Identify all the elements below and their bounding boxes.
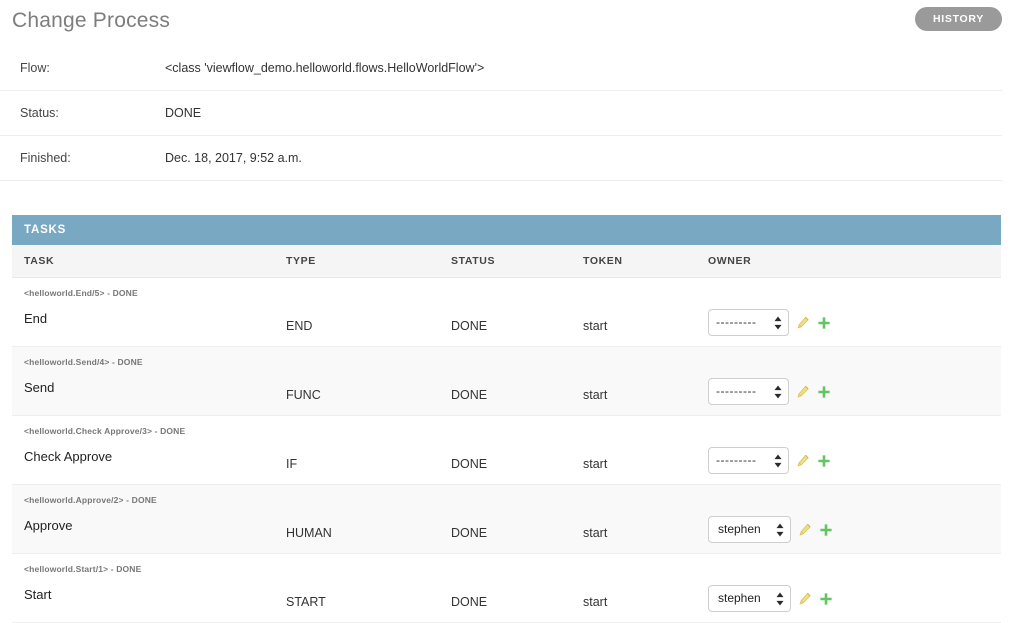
owner-select[interactable]: --------- (708, 378, 789, 405)
cell-status: DONE (451, 415, 583, 485)
cell-owner: stephen (708, 553, 1001, 623)
owner-select-shell: --------- (708, 447, 789, 474)
table-row: <helloworld.Approve/2> - DONE Approve HUMA… (12, 484, 1001, 554)
task-name-link[interactable]: Send (24, 380, 286, 395)
info-label-flow: Flow: (20, 61, 50, 75)
task-meta-label: <helloworld.End/5> - DONE (24, 288, 138, 298)
owner-select[interactable]: --------- (708, 309, 789, 336)
owner-controls: stephen (708, 585, 1001, 612)
owner-select[interactable]: stephen (708, 585, 791, 612)
column-header-token: TOKEN (583, 245, 708, 278)
table-row: <helloworld.Start/1> - DONE Start START DON… (12, 553, 1001, 623)
info-row-status: Status: DONE (0, 91, 1002, 136)
task-name-link[interactable]: End (24, 311, 286, 326)
cell-owner: --------- (708, 346, 1001, 416)
cell-token: start (583, 484, 708, 554)
cell-type: FUNC (286, 346, 451, 416)
owner-controls: --------- (708, 378, 1001, 405)
cell-token: start (583, 553, 708, 623)
task-name-link[interactable]: Approve (24, 518, 286, 533)
tasks-table-head: TASK TYPE STATUS TOKEN OWNER (12, 245, 1001, 278)
cell-token: start (583, 346, 708, 416)
pencil-icon[interactable] (796, 316, 810, 330)
table-row: <helloworld.Send/4> - DONE Send FUNC DONE st… (12, 346, 1001, 416)
plus-icon[interactable] (817, 316, 831, 330)
cell-status: DONE (451, 553, 583, 623)
cell-task: <helloworld.Send/4> - DONE Send (12, 346, 286, 416)
task-meta-label: <helloworld.Approve/2> - DONE (24, 495, 157, 505)
pencil-icon[interactable] (796, 454, 810, 468)
column-header-owner: OWNER (708, 245, 1001, 278)
cell-owner: --------- (708, 277, 1001, 347)
info-row-finished: Finished: Dec. 18, 2017, 9:52 a.m. (0, 136, 1002, 181)
pencil-icon[interactable] (796, 385, 810, 399)
info-label-status: Status: (20, 106, 59, 120)
cell-task: <helloworld.Start/1> - DONE Start (12, 553, 286, 623)
task-meta-label: <helloworld.Send/4> - DONE (24, 357, 143, 367)
cell-type: START (286, 553, 451, 623)
owner-select[interactable]: stephen (708, 516, 791, 543)
plus-icon[interactable] (819, 592, 833, 606)
tasks-panel-title: TASKS (12, 215, 1001, 245)
info-value-finished: Dec. 18, 2017, 9:52 a.m. (165, 151, 302, 165)
owner-controls: --------- (708, 447, 1001, 474)
table-row: <helloworld.End/5> - DONE End END DONE start… (12, 277, 1001, 347)
cell-task: <helloworld.Approve/2> - DONE Approve (12, 484, 286, 554)
owner-controls: --------- (708, 309, 1001, 336)
pencil-icon[interactable] (798, 592, 812, 606)
owner-controls: stephen (708, 516, 1001, 543)
cell-status: DONE (451, 484, 583, 554)
info-label-finished: Finished: (20, 151, 71, 165)
cell-status: DONE (451, 346, 583, 416)
cell-token: start (583, 415, 708, 485)
plus-icon[interactable] (817, 454, 831, 468)
cell-task: <helloworld.End/5> - DONE End (12, 277, 286, 347)
page-title: Change Process (12, 8, 171, 32)
history-button[interactable]: HISTORY (915, 6, 1002, 32)
owner-select-shell: --------- (708, 378, 789, 405)
task-name-link[interactable]: Start (24, 587, 286, 602)
cell-type: HUMAN (286, 484, 451, 554)
table-row: <helloworld.Check Approve/3> - DONE Check… (12, 415, 1001, 485)
cell-task: <helloworld.Check Approve/3> - DONE Check… (12, 415, 286, 485)
owner-select[interactable]: --------- (708, 447, 789, 474)
owner-select-shell: stephen (708, 585, 791, 612)
owner-select-shell: stephen (708, 516, 791, 543)
task-meta-label: <helloworld.Start/1> - DONE (24, 564, 142, 574)
info-value-flow: <class 'viewflow_demo.helloworld.flows.H… (165, 61, 485, 75)
tasks-table: TASK TYPE STATUS TOKEN OWNER <helloworld… (12, 245, 1001, 623)
cell-owner: stephen (708, 484, 1001, 554)
pencil-icon[interactable] (798, 523, 812, 537)
plus-icon[interactable] (817, 385, 831, 399)
info-row-flow: Flow: <class 'viewflow_demo.helloworld.f… (0, 46, 1002, 91)
plus-icon[interactable] (819, 523, 833, 537)
cell-token: start (583, 277, 708, 347)
owner-select-shell: --------- (708, 309, 789, 336)
cell-status: DONE (451, 277, 583, 347)
tasks-table-body: <helloworld.End/5> - DONE End END DONE start… (12, 277, 1001, 623)
process-info-section: Flow: <class 'viewflow_demo.helloworld.f… (0, 46, 1024, 181)
info-value-status: DONE (165, 106, 202, 120)
column-header-type: TYPE (286, 245, 451, 278)
cell-owner: --------- (708, 415, 1001, 485)
cell-type: IF (286, 415, 451, 485)
column-header-status: STATUS (451, 245, 583, 278)
task-meta-label: <helloworld.Check Approve/3> - DONE (24, 426, 186, 436)
cell-type: END (286, 277, 451, 347)
task-name-link[interactable]: Check Approve (24, 449, 286, 464)
page-header: Change Process HISTORY (0, 0, 1024, 36)
column-header-task: TASK (12, 245, 286, 278)
tasks-header-row: TASK TYPE STATUS TOKEN OWNER (12, 245, 1001, 278)
